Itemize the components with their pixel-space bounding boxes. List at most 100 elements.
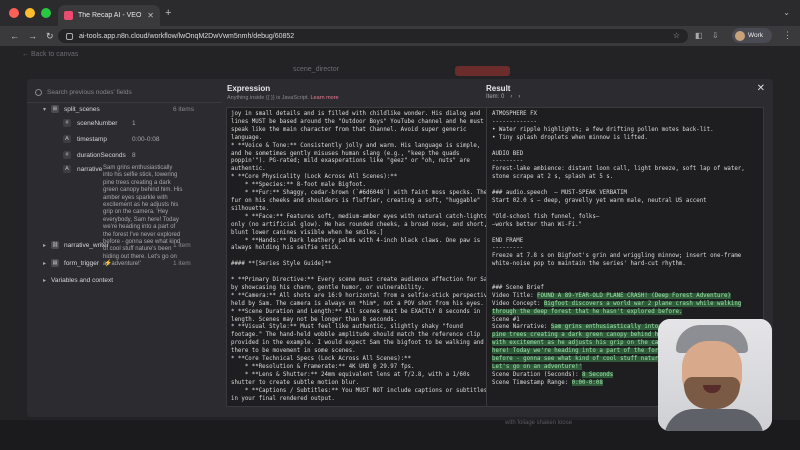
result-text: ATMOSPHERE FX ------------- • Water ripp…	[492, 111, 745, 291]
field-value: 8	[132, 151, 136, 159]
field-name: narrative	[77, 165, 103, 173]
input-search[interactable]: Search previous nodes' fields	[35, 85, 215, 99]
brief-key: Scene Duration (Seconds):	[492, 371, 583, 378]
test-step-button[interactable]	[455, 66, 510, 76]
string-type-icon: A	[63, 165, 71, 173]
brief-value: Let's go on an adventure!'	[492, 364, 583, 370]
brief-value: through the deep forest that he hasn't e…	[492, 308, 683, 315]
brief-value: Bigfoot discovers a world war 2 plane cr…	[543, 300, 742, 307]
item-count: 1 item	[173, 241, 191, 249]
form-node-icon: ▤	[51, 259, 60, 267]
divider	[27, 102, 222, 103]
brief-value: FOUND A 89-YEAR-OLD PLANE CRASH! (Deep F…	[537, 292, 731, 299]
scene-brief-line: through the deep forest that he hasn't e…	[492, 308, 758, 317]
brief-key: Scene Narrative:	[492, 324, 551, 331]
brief-key: Scene Timestamp Range:	[492, 379, 572, 386]
result-title: Result	[486, 84, 511, 93]
next-item-icon[interactable]: ›	[518, 94, 520, 100]
item-navigator: Item: 0 ‹ ›	[486, 94, 520, 100]
item-count: 1 item	[173, 259, 191, 267]
scene-brief-line: Video Title: FOUND A 89-YEAR-OLD PLANE C…	[492, 292, 758, 301]
link-node-icon: ⛓	[51, 241, 60, 249]
field-name: durationSeconds	[77, 151, 126, 159]
tree-node-form-trigger[interactable]: ▸ ▤ form_trigger ⚡ 1 item	[43, 259, 191, 267]
learn-more-link[interactable]: Learn more	[310, 95, 338, 101]
node-label: narrative_writer	[64, 241, 109, 249]
webcam-overlay	[658, 319, 772, 431]
address-bar[interactable]: ai-tools.app.n8n.cloud/workflow/lwOnqM2D…	[58, 29, 688, 43]
forward-arrow-icon[interactable]: →	[28, 31, 37, 42]
brief-key: Video Title:	[492, 292, 538, 299]
field-row[interactable]: A timestamp 0:00-0:08	[63, 135, 159, 143]
scene-brief-line: Video Concept: Bigfoot discovers a world…	[492, 300, 758, 309]
new-tab-icon[interactable]: +	[165, 7, 171, 19]
hint-text: Anything inside {{ }} is JavaScript.	[227, 95, 309, 101]
node-title: scene_director	[293, 66, 339, 73]
number-type-icon: #	[63, 119, 71, 127]
chevron-right-icon[interactable]: ▸	[43, 260, 46, 267]
expression-title: Expression	[227, 84, 271, 93]
site-info-icon[interactable]	[66, 32, 73, 40]
node-label: form_trigger	[64, 259, 100, 267]
minimize-window-button[interactable]	[25, 8, 35, 18]
expression-panel: Expression Anything inside {{ }} is Java…	[196, 79, 508, 417]
tree-node-variables[interactable]: ▸ Variables and context	[43, 277, 113, 284]
tree-node-narrative-writer[interactable]: ▸ ⛓ narrative_writer 1 item	[43, 241, 191, 249]
browser-toolbar: ← → ↻ ai-tools.app.n8n.cloud/workflow/lw…	[0, 26, 800, 46]
n8n-favicon-icon	[64, 11, 73, 20]
reload-icon[interactable]: ↻	[46, 31, 54, 42]
brief-value: 8 Seconds	[582, 371, 614, 378]
field-row[interactable]: A narrative	[63, 165, 102, 173]
maximize-window-button[interactable]	[41, 8, 51, 18]
expression-code[interactable]: joy in small details and is filled with …	[231, 111, 503, 404]
avatar	[735, 30, 745, 41]
brief-key: Video Concept:	[492, 300, 544, 307]
presenter-shirt	[664, 409, 764, 431]
tab-search-chevron-icon[interactable]: ⌄	[783, 8, 790, 17]
item-count: 6 items	[173, 105, 194, 113]
window-controls	[9, 8, 51, 18]
bookmark-star-icon[interactable]: ☆	[673, 31, 680, 40]
brief-key: Scene #1	[492, 316, 520, 323]
field-row[interactable]: # durationSeconds 8	[63, 151, 136, 159]
tree-node-split-scenes[interactable]: ▾ ⊞ split_scenes 6 items	[43, 105, 194, 113]
search-input[interactable]: Search previous nodes' fields	[47, 89, 132, 96]
chevron-right-icon[interactable]: ▸	[43, 242, 46, 249]
item-label: Item: 0	[486, 94, 505, 100]
node-label: Variables and context	[51, 277, 114, 284]
back-arrow-icon[interactable]: ←	[10, 31, 19, 42]
profile-button[interactable]: Work	[732, 28, 772, 43]
expression-editor[interactable]: joy in small details and is filled with …	[226, 107, 508, 407]
trigger-bolt-icon: ⚡	[104, 260, 113, 267]
narrative-value: Sam grins enthusiastically into his self…	[103, 165, 183, 268]
chevron-down-icon[interactable]: ▾	[43, 106, 46, 113]
node-label: split_scenes	[64, 105, 100, 113]
profile-label: Work	[748, 32, 764, 39]
node-icon: ⊞	[51, 105, 60, 113]
string-type-icon: A	[63, 135, 71, 143]
field-name: sceneNumber	[77, 119, 118, 127]
browser-tab-bar: The Recap AI - VEO 3 Bigfoot ✕ + ⌄	[0, 0, 800, 26]
input-panel: Search previous nodes' fields ▾ ⊞ split_…	[27, 79, 222, 417]
extension-icon[interactable]: ◧	[695, 31, 703, 40]
number-type-icon: #	[63, 151, 71, 159]
url-text: ai-tools.app.n8n.cloud/workflow/lwOnqM2D…	[79, 32, 295, 40]
close-tab-icon[interactable]: ✕	[147, 11, 154, 20]
field-value: 0:00-0:08	[132, 135, 160, 143]
browser-menu-icon[interactable]: ⋮	[783, 30, 792, 41]
tab-title: The Recap AI - VEO 3 Bigfoot	[78, 12, 142, 19]
browser-tab[interactable]: The Recap AI - VEO 3 Bigfoot ✕	[58, 5, 160, 26]
close-modal-icon[interactable]: ✕	[757, 83, 765, 94]
prev-item-icon[interactable]: ‹	[510, 94, 512, 100]
field-value: 1	[132, 119, 136, 127]
field-name: timestamp	[77, 135, 107, 143]
partial-caption: with foliage shaken loose	[505, 420, 573, 426]
download-icon[interactable]: ⇩	[712, 31, 719, 40]
brief-value: 0:00-0:08	[571, 379, 603, 386]
expression-hint: Anything inside {{ }} is JavaScript. Lea…	[227, 95, 339, 101]
search-icon	[35, 88, 42, 96]
chevron-right-icon[interactable]: ▸	[43, 277, 46, 284]
field-row[interactable]: # sceneNumber 1	[63, 119, 136, 127]
back-to-canvas-link[interactable]: ← Back to canvas	[22, 51, 78, 58]
close-window-button[interactable]	[9, 8, 19, 18]
